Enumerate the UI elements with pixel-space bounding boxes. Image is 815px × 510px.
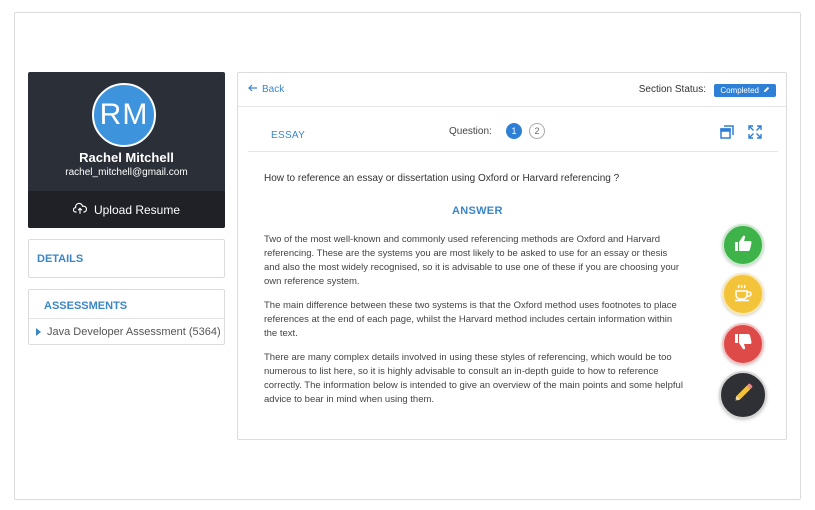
assessment-item-label: Java Developer Assessment (5364) bbox=[47, 326, 221, 338]
thumbs-down-button[interactable] bbox=[722, 323, 764, 365]
arrow-left-icon bbox=[248, 84, 258, 95]
question-type-label: ESSAY bbox=[271, 130, 306, 141]
assessments-title: ASSESSMENTS bbox=[44, 300, 128, 312]
coffee-break-button[interactable] bbox=[722, 273, 764, 315]
question-number-1[interactable]: 1 bbox=[506, 123, 522, 139]
profile-email: rachel_mitchell@gmail.com bbox=[65, 167, 188, 178]
question-text: How to reference an essay or dissertatio… bbox=[264, 173, 620, 184]
assessments-panel: ASSESSMENTS Java Developer Assessment (5… bbox=[28, 289, 225, 345]
avatar: RM bbox=[92, 83, 156, 147]
details-panel[interactable]: DETAILS bbox=[28, 239, 225, 278]
upload-resume-label: Upload Resume bbox=[93, 202, 181, 217]
upload-resume-button[interactable]: Upload Resume bbox=[28, 191, 225, 228]
expand-icon[interactable] bbox=[748, 125, 762, 139]
details-title: DETAILS bbox=[37, 253, 84, 265]
answer-paragraph: Two of the most well-known and commonly … bbox=[264, 234, 680, 287]
card-topbar: Back Section Status: Completed bbox=[238, 73, 786, 107]
window-icon[interactable] bbox=[720, 125, 734, 139]
thumbs-up-icon bbox=[733, 233, 753, 258]
thumbs-up-button[interactable] bbox=[722, 224, 764, 266]
answer-paragraph: There are many complex details involved … bbox=[264, 352, 683, 405]
edit-button[interactable] bbox=[719, 371, 767, 419]
status-badge[interactable]: Completed bbox=[714, 84, 776, 97]
cloud-upload-icon bbox=[72, 202, 87, 218]
question-label: Question: bbox=[449, 126, 492, 137]
profile-name: Rachel Mitchell bbox=[79, 150, 174, 165]
question-number-2[interactable]: 2 bbox=[529, 123, 545, 139]
caret-right-icon bbox=[36, 328, 41, 336]
assessment-item[interactable]: Java Developer Assessment (5364) bbox=[29, 318, 224, 345]
thumbs-down-icon bbox=[733, 332, 753, 357]
status-badge-label: Completed bbox=[720, 86, 759, 95]
coffee-cup-icon bbox=[733, 282, 753, 307]
question-bar: ESSAY Question: 1 2 bbox=[248, 109, 778, 152]
profile-card: RM Rachel Mitchell rachel_mitchell@gmail… bbox=[28, 72, 225, 228]
answer-paragraph: The main difference between these two sy… bbox=[264, 300, 677, 339]
back-label: Back bbox=[262, 84, 285, 95]
section-status-label: Section Status: bbox=[638, 84, 706, 95]
pencil-small-icon bbox=[763, 86, 770, 95]
pencil-icon bbox=[731, 381, 755, 410]
back-link[interactable]: Back bbox=[248, 84, 284, 95]
question-card: Back Section Status: Completed ESSAY Que… bbox=[237, 72, 787, 440]
answer-heading: ANSWER bbox=[452, 205, 503, 217]
